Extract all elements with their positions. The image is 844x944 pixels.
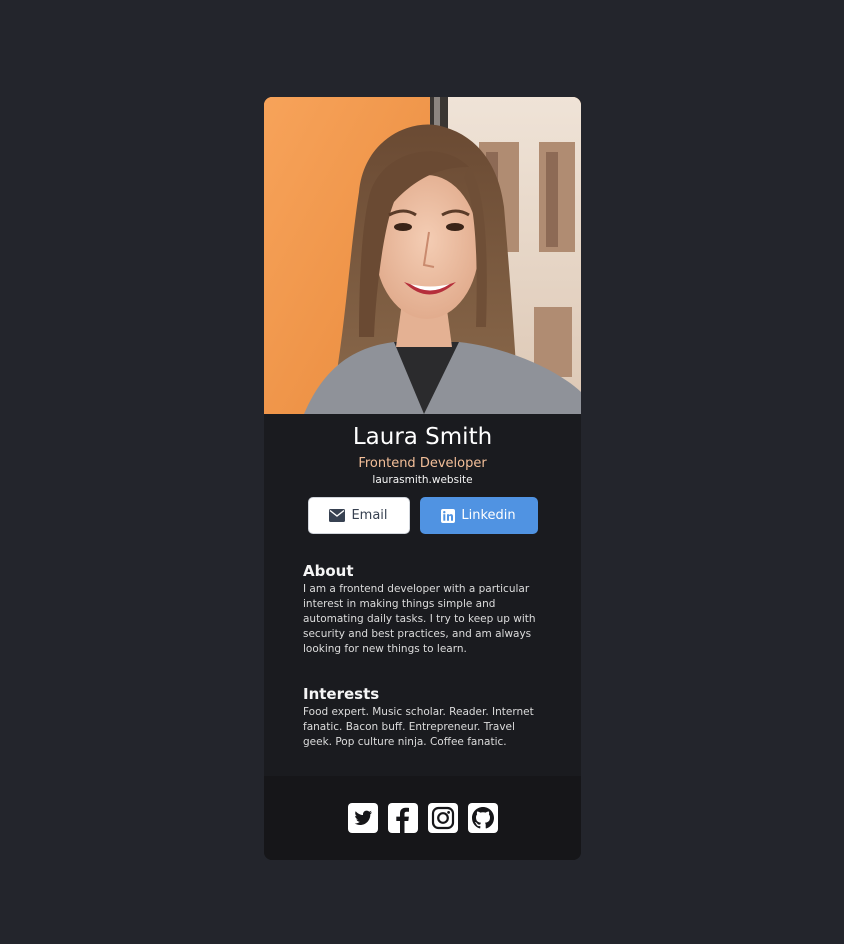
email-button[interactable]: Email [307,497,410,534]
profile-photo [264,97,581,414]
linkedin-icon [441,508,456,523]
instagram-icon[interactable] [427,803,458,833]
linkedin-button[interactable]: Linkedin [419,497,538,534]
interests-text: Food expert. Music scholar. Reader. Inte… [303,706,534,748]
profile-title: Frontend Developer [358,456,487,471]
github-icon[interactable] [467,803,498,833]
social-footer [264,776,581,860]
profile-website-link[interactable]: laurasmith.website [264,473,581,487]
about-text: I am a frontend developer with a particu… [303,583,536,655]
profile-info: Laura Smith Frontend Developer laurasmit… [264,414,581,487]
envelope-icon [329,509,346,522]
interests-section: Interests Food expert. Music scholar. Re… [264,685,581,750]
interests-heading: Interests [303,685,380,703]
profile-card: Laura Smith Frontend Developer laurasmit… [264,97,581,860]
profile-photo-image [264,97,581,414]
contact-buttons: Email Linkedin [264,497,581,534]
about-heading: About [303,562,354,580]
profile-name: Laura Smith [352,424,493,450]
linkedin-button-label: Linkedin [461,508,516,523]
email-button-label: Email [351,508,388,523]
about-section: About I am a frontend developer with a p… [264,562,581,657]
facebook-icon[interactable] [387,803,418,833]
twitter-icon[interactable] [347,803,378,833]
